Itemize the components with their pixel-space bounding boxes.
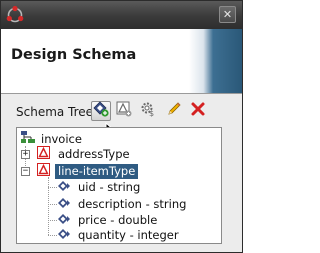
collapse-toggle[interactable]: − [21,167,30,176]
red-x-icon [190,101,206,121]
tree-item-line-itemtype[interactable]: line-itemType [37,163,139,179]
add-element-button[interactable] [91,101,111,121]
tree-item-label: uid - string [78,179,141,194]
header-banner: Design Schema [1,29,242,93]
settings-button[interactable]: $ [138,101,158,121]
tree-item-price[interactable]: price - double [57,212,160,228]
expand-toggle[interactable]: + [21,150,30,159]
page-title: Design Schema [11,47,137,63]
tree-connector [48,204,57,206]
tree-item-label: description - string [78,196,187,211]
svg-text:$: $ [149,109,154,117]
tree-item-label: invoice [41,131,82,146]
schema-tree-label: Schema Tree [16,105,94,119]
close-button[interactable]: ✕ [219,6,236,23]
hierarchy-icon [20,130,36,148]
gear-dollar-icon: $ [140,101,156,121]
pencil-icon [166,101,182,121]
header-divider [1,93,242,94]
tree-item-uid[interactable]: uid - string [57,179,143,195]
triangle-type-icon [116,101,132,121]
title-bar[interactable]: ✕ [1,1,242,29]
tree-item-label: addressType [58,146,130,161]
tree-root-invoice[interactable]: invoice [20,131,85,147]
delete-button[interactable] [188,101,208,121]
tree-item-label: line-itemType [55,163,139,179]
tree-connector [48,177,50,235]
element-icon [57,213,73,228]
tree-item-label: price - double [78,212,158,227]
app-logo-icon [5,5,25,29]
tree-item-description[interactable]: description - string [57,196,189,212]
tree-connector [48,220,57,222]
element-icon [57,228,73,243]
tree-connector [48,235,57,237]
tree-item-addresstype[interactable]: addressType [37,146,133,162]
schema-tree[interactable]: invoice + addressType − line-itemType ui… [16,127,222,244]
type-icon [37,146,50,162]
add-type-button[interactable] [114,101,134,121]
tree-item-label: quantity - integer [78,227,179,242]
tree-item-quantity[interactable]: quantity - integer [57,227,182,243]
element-icon [57,180,73,195]
tree-connector [48,187,57,189]
element-icon [57,197,73,212]
diamond-plus-icon [93,101,109,121]
type-icon [37,163,50,179]
design-schema-window: ✕ Design Schema Schema Tree $ invoice + … [0,0,243,253]
edit-button[interactable] [164,101,184,121]
